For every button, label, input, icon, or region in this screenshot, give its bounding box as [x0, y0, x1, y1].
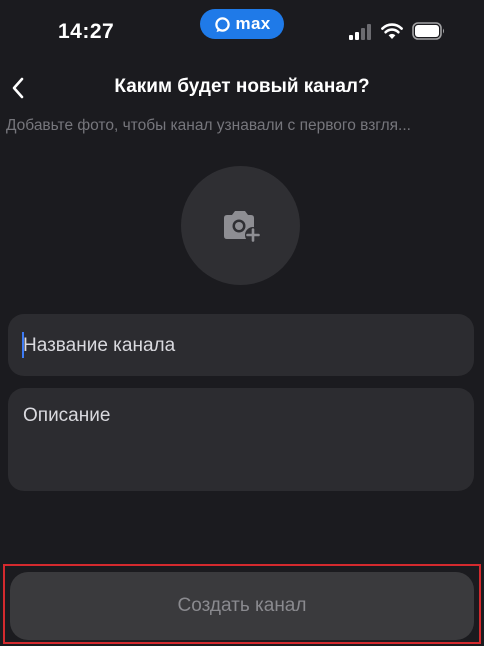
max-logo-icon — [214, 16, 230, 32]
channel-name-input[interactable]: Название канала — [8, 314, 474, 376]
max-badge-label: max — [235, 14, 271, 33]
channel-name-placeholder: Название канала — [23, 335, 176, 356]
channel-description-input[interactable]: Описание — [8, 388, 474, 491]
status-time: 14:27 — [58, 20, 115, 43]
page-title: Каким будет новый канал? — [114, 76, 370, 97]
max-app-badge[interactable]: max — [200, 9, 284, 39]
chevron-left-icon — [12, 77, 24, 99]
create-channel-button[interactable]: Создать канал — [10, 572, 474, 640]
channel-description-placeholder: Описание — [23, 405, 111, 426]
wifi-icon — [381, 23, 403, 39]
add-photo-button[interactable] — [181, 166, 300, 285]
back-button[interactable] — [0, 70, 36, 106]
battery-icon — [412, 22, 444, 40]
page-subtitle: Добавьте фото, чтобы канал узнавали с пе… — [6, 117, 411, 134]
cellular-signal-icon — [349, 24, 371, 40]
status-bar: 14:27 max — [0, 0, 484, 62]
camera-plus-icon — [223, 210, 261, 243]
